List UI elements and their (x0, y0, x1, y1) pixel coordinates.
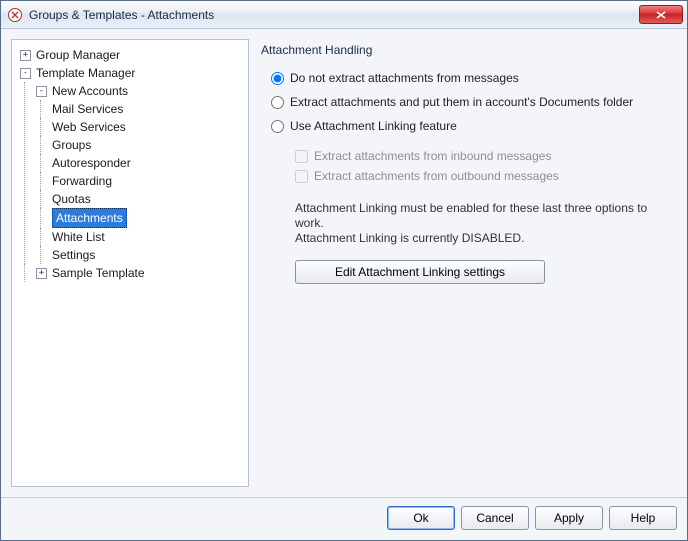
titlebar: Groups & Templates - Attachments (1, 1, 687, 29)
radio-label: Use Attachment Linking feature (290, 119, 457, 133)
check-outbound: Extract attachments from outbound messag… (295, 169, 669, 183)
checkbox-input (295, 170, 308, 183)
sub-options: Extract attachments from inbound message… (295, 145, 669, 189)
dialog-body: + Group Manager - Template Manager (1, 29, 687, 497)
ok-button[interactable]: Ok (387, 506, 455, 530)
expand-icon[interactable]: + (20, 50, 31, 61)
tree-label: Sample Template (52, 264, 145, 282)
info-line: Attachment Linking must be enabled for t… (295, 201, 669, 231)
section-title: Attachment Handling (261, 43, 669, 57)
collapse-icon[interactable]: - (36, 86, 47, 97)
app-icon (7, 7, 23, 23)
tree-label: New Accounts (52, 82, 128, 100)
cancel-button[interactable]: Cancel (461, 506, 529, 530)
tree-label: Web Services (52, 118, 126, 136)
info-line: Attachment Linking is currently DISABLED… (295, 231, 669, 246)
tree-label: Template Manager (36, 64, 135, 82)
tree-item[interactable]: Forwarding (50, 172, 244, 190)
tree-label: Attachments (52, 208, 127, 228)
tree-item[interactable]: Web Services (50, 118, 244, 136)
window-title: Groups & Templates - Attachments (29, 8, 639, 22)
checkbox-label: Extract attachments from outbound messag… (314, 169, 559, 183)
tree-item-sample-template[interactable]: + Sample Template (34, 264, 244, 282)
radio-extract-documents[interactable]: Extract attachments and put them in acco… (271, 95, 669, 109)
tree-label: Forwarding (52, 172, 112, 190)
checkbox-input (295, 150, 308, 163)
tree-item[interactable]: Mail Services (50, 100, 244, 118)
tree-item-template-manager[interactable]: - Template Manager (18, 64, 244, 82)
settings-panel: Attachment Handling Do not extract attac… (259, 39, 677, 487)
radio-input[interactable] (271, 120, 284, 133)
radio-input[interactable] (271, 72, 284, 85)
tree-label: Settings (52, 246, 95, 264)
checkbox-label: Extract attachments from inbound message… (314, 149, 551, 163)
tree-item-new-accounts[interactable]: - New Accounts (34, 82, 244, 100)
nav-tree: + Group Manager - Template Manager (16, 46, 244, 282)
radio-input[interactable] (271, 96, 284, 109)
tree-label: Groups (52, 136, 91, 154)
close-button[interactable] (639, 5, 683, 24)
collapse-icon[interactable]: - (20, 68, 31, 79)
tree-item[interactable]: Groups (50, 136, 244, 154)
info-text: Attachment Linking must be enabled for t… (295, 201, 669, 246)
edit-linking-button[interactable]: Edit Attachment Linking settings (295, 260, 545, 284)
tree-label: Group Manager (36, 46, 120, 64)
radio-no-extract[interactable]: Do not extract attachments from messages (271, 71, 669, 85)
dialog-window: Groups & Templates - Attachments + Group… (0, 0, 688, 541)
tree-item[interactable]: Quotas (50, 190, 244, 208)
help-button[interactable]: Help (609, 506, 677, 530)
tree-item[interactable]: Autoresponder (50, 154, 244, 172)
tree-panel[interactable]: + Group Manager - Template Manager (11, 39, 249, 487)
tree-label: Mail Services (52, 100, 123, 118)
tree-label: White List (52, 228, 105, 246)
apply-button[interactable]: Apply (535, 506, 603, 530)
tree-item[interactable]: White List (50, 228, 244, 246)
dialog-footer: Ok Cancel Apply Help (1, 497, 687, 540)
radio-label: Extract attachments and put them in acco… (290, 95, 633, 109)
radio-attachment-linking[interactable]: Use Attachment Linking feature (271, 119, 669, 133)
tree-item-group-manager[interactable]: + Group Manager (18, 46, 244, 64)
radio-label: Do not extract attachments from messages (290, 71, 519, 85)
check-inbound: Extract attachments from inbound message… (295, 149, 669, 163)
expand-icon[interactable]: + (36, 268, 47, 279)
tree-item[interactable]: Attachments (50, 208, 244, 228)
tree-label: Autoresponder (52, 154, 131, 172)
tree-item[interactable]: Settings (50, 246, 244, 264)
tree-label: Quotas (52, 190, 91, 208)
